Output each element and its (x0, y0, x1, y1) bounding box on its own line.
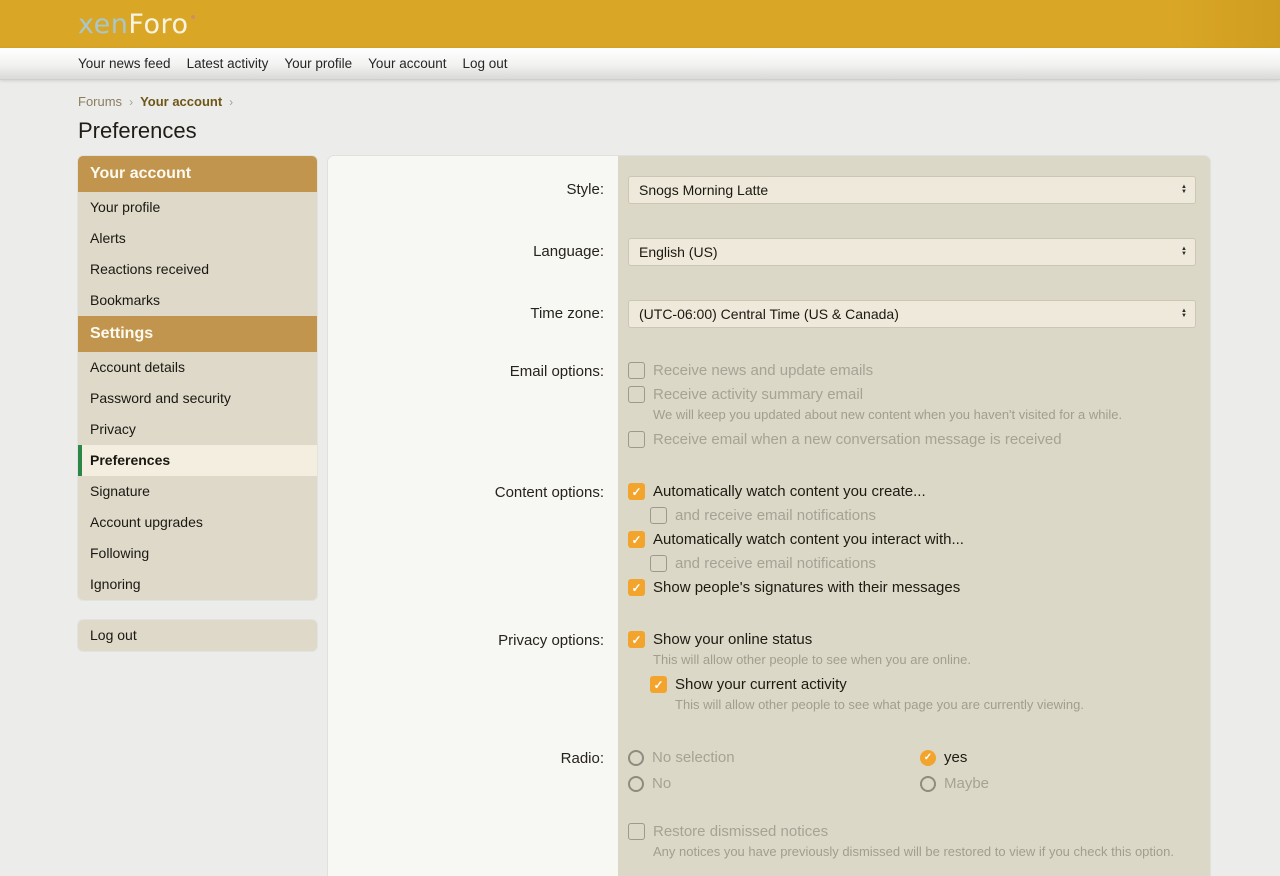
watch-create-checkbox[interactable] (628, 483, 645, 500)
restore-notices-checkbox[interactable] (628, 823, 645, 840)
sidebar-logout-block: Log out (78, 620, 317, 651)
radio-maybe[interactable] (920, 775, 936, 792)
radio-no-selection-label: No selection (652, 749, 735, 766)
sidebar-item-reactions-received[interactable]: Reactions received (78, 254, 317, 285)
language-label: Language: (533, 243, 604, 260)
nav-your-profile[interactable]: Your profile (276, 56, 360, 71)
account-sidebar: Your account Your profile Alerts Reactio… (78, 156, 317, 651)
breadcrumb: Forums › Your account › (78, 94, 1280, 109)
language-select[interactable]: English (US) ▲ ▼ (628, 238, 1196, 266)
preferences-form: Style: Snogs Morning Latte ▲ ▼ Language: … (328, 156, 1210, 876)
page-title: Preferences (78, 118, 197, 143)
conversation-email-checkbox[interactable] (628, 431, 645, 448)
content-options-label: Content options: (494, 484, 604, 501)
sidebar-item-account-upgrades[interactable]: Account upgrades (78, 507, 317, 538)
sidebar-header-your-account: Your account (78, 156, 317, 192)
sidebar-item-privacy[interactable]: Privacy (78, 414, 317, 445)
sidebar-item-account-details[interactable]: Account details (78, 352, 317, 383)
sidebar-item-alerts[interactable]: Alerts (78, 223, 317, 254)
sidebar-main-block: Your account Your profile Alerts Reactio… (78, 156, 317, 600)
xenforo-logo[interactable]: xen Foro (78, 9, 195, 40)
current-activity-checkbox[interactable] (650, 676, 667, 693)
registered-mark-icon (190, 14, 195, 19)
conversation-email-label: Receive email when a new conversation me… (653, 431, 1062, 448)
activity-summary-label: Receive activity summary email (653, 386, 864, 403)
radio-yes-label: yes (944, 749, 968, 766)
restore-notices-hint: Any notices you have previously dismisse… (653, 844, 1174, 859)
page-content: Forums › Your account › Preferences Your… (0, 80, 1280, 876)
nav-your-account[interactable]: Your account (360, 56, 454, 71)
sidebar-item-bookmarks[interactable]: Bookmarks (78, 285, 317, 316)
breadcrumb-separator-icon: › (129, 94, 134, 109)
notices-spacer (328, 823, 618, 868)
radio-no-selection[interactable] (628, 749, 644, 766)
receive-news-label: Receive news and update emails (653, 362, 874, 379)
nav-latest-activity[interactable]: Latest activity (179, 56, 277, 71)
app-header: xen Foro (0, 0, 1280, 48)
receive-news-checkbox[interactable] (628, 362, 645, 379)
current-activity-hint: This will allow other people to see what… (675, 697, 1084, 712)
timezone-label: Time zone: (530, 305, 604, 322)
radio-no-label: No (652, 775, 672, 792)
online-status-hint: This will allow other people to see when… (653, 652, 971, 667)
radio-no[interactable] (628, 775, 644, 792)
breadcrumb-forums[interactable]: Forums (78, 94, 122, 109)
sidebar-item-password-and-security[interactable]: Password and security (78, 383, 317, 414)
timezone-select-value: (UTC-06:00) Central Time (US & Canada) (639, 306, 899, 322)
sidebar-item-your-profile[interactable]: Your profile (78, 192, 317, 223)
current-activity-label: Show your current activity (675, 676, 847, 693)
breadcrumb-your-account[interactable]: Your account (140, 94, 222, 109)
watch-create-email-checkbox[interactable] (650, 507, 667, 524)
language-select-value: English (US) (639, 244, 718, 260)
breadcrumb-separator-icon: › (229, 94, 234, 109)
activity-summary-hint: We will keep you updated about new conte… (653, 407, 1123, 422)
online-status-checkbox[interactable] (628, 631, 645, 648)
select-arrows-icon: ▲ ▼ (1181, 308, 1187, 319)
show-signatures-label: Show people's signatures with their mess… (653, 579, 961, 596)
style-select-value: Snogs Morning Latte (639, 182, 769, 198)
show-signatures-checkbox[interactable] (628, 579, 645, 596)
top-navbar: Your news feed Latest activity Your prof… (0, 48, 1280, 80)
watch-interact-email-checkbox[interactable] (650, 555, 667, 572)
sidebar-item-following[interactable]: Following (78, 538, 317, 569)
sidebar-item-log-out[interactable]: Log out (78, 620, 317, 651)
logo-text-foro: Foro (128, 8, 189, 40)
sidebar-header-settings: Settings (78, 316, 317, 352)
timezone-select[interactable]: (UTC-06:00) Central Time (US & Canada) ▲… (628, 300, 1196, 328)
select-arrows-icon: ▲ ▼ (1181, 246, 1187, 257)
nav-log-out[interactable]: Log out (454, 56, 515, 71)
style-label: Style: (566, 181, 604, 198)
select-arrows-icon: ▲ ▼ (1181, 184, 1187, 195)
radio-group-label: Radio: (560, 750, 604, 767)
watch-create-label: Automatically watch content you create..… (653, 483, 926, 500)
radio-yes[interactable] (920, 749, 936, 766)
sidebar-item-signature[interactable]: Signature (78, 476, 317, 507)
watch-interact-label: Automatically watch content you interact… (653, 531, 964, 548)
logo-text-xen: xen (78, 8, 129, 40)
watch-interact-email-label: and receive email notifications (675, 555, 876, 572)
restore-notices-label: Restore dismissed notices (653, 823, 829, 840)
sidebar-item-preferences[interactable]: Preferences (78, 445, 317, 476)
radio-maybe-label: Maybe (944, 775, 990, 792)
email-options-label: Email options: (509, 363, 604, 380)
watch-interact-checkbox[interactable] (628, 531, 645, 548)
style-select[interactable]: Snogs Morning Latte ▲ ▼ (628, 176, 1196, 204)
nav-your-news-feed[interactable]: Your news feed (70, 56, 179, 71)
watch-create-email-label: and receive email notifications (675, 507, 876, 524)
activity-summary-checkbox[interactable] (628, 386, 645, 403)
sidebar-item-ignoring[interactable]: Ignoring (78, 569, 317, 600)
online-status-label: Show your online status (653, 631, 813, 648)
privacy-options-label: Privacy options: (498, 632, 604, 649)
